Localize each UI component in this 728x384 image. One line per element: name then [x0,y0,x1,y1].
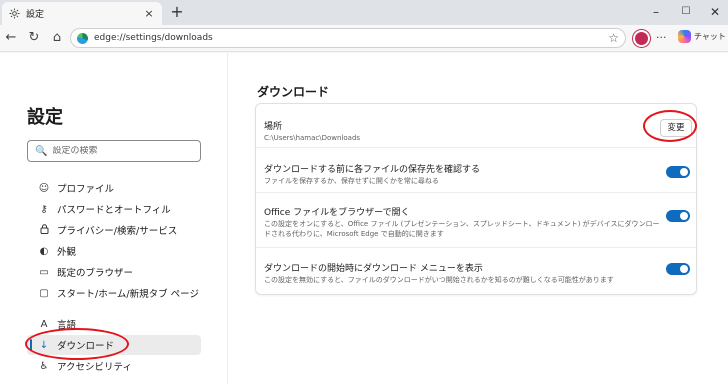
lock-icon [37,223,51,237]
sidebar-item-label: 外観 [57,247,77,258]
sidebar-item-label: ダウンロード [57,341,115,352]
key-icon: ⚷ [40,203,48,215]
change-location-button[interactable]: 変更 [660,119,692,137]
sidebar-item-accessibility[interactable]: ♿ アクセシビリティ [27,356,201,376]
gear-icon [8,8,20,20]
url-text[interactable]: edge://settings/downloads [94,33,608,43]
copilot-icon [678,30,691,43]
download-icon: ↓ [39,339,49,351]
more-menu-button[interactable]: ··· [656,31,667,44]
copilot-label: チャット [694,32,726,41]
edge-logo-icon [77,32,88,44]
tab-title: 設定 [26,10,45,20]
sidebar-item-default-browser[interactable]: ▭ 既定のブラウザー [27,262,201,282]
sidebar-item-privacy[interactable]: プライバシー/検索/サービス [27,220,201,240]
search-input[interactable] [52,146,193,156]
toggle-open-office-files[interactable] [666,210,690,222]
browser-icon: ▭ [39,266,49,278]
close-icon[interactable]: × [142,7,156,20]
setting-title: ダウンロードする前に各ファイルの保存先を確認する [264,165,481,175]
profile-avatar[interactable] [633,30,650,47]
search-icon: 🔍 [35,145,48,157]
sidebar-item-profile[interactable]: ☺ プロファイル [27,178,201,198]
profile-icon: ☺ [38,182,50,194]
appearance-icon: ◐ [39,245,49,257]
favorite-star-icon[interactable]: ☆ [608,31,619,45]
sidebar-item-label: 言語 [57,320,77,331]
tab-strip: 設定 × + – ☐ ✕ [0,0,728,25]
sidebar: 設定 🔍 ☺ プロファイル ⚷ パスワードとオートフィル プライバシー/検索/サ… [0,53,228,384]
setting-title: Office ファイルをブラウザーで開く [264,208,410,218]
sidebar-item-start-home-newtab[interactable]: ▢ スタート/ホーム/新規タブ ページ [27,283,201,303]
setting-description: ファイルを保存するか、保存せずに開くかを常に尋ねる [264,177,439,185]
setting-title: ダウンロードの開始時にダウンロード メニューを表示 [264,264,483,274]
setting-row-show-downloads-menu: ダウンロードの開始時にダウンロード メニューを表示 この設定を無効にすると、ファ… [256,248,696,294]
address-bar[interactable]: edge://settings/downloads ☆ [70,28,626,48]
toolbar: ← ↻ ⌂ edge://settings/downloads ☆ ··· チャ… [0,25,728,52]
toggle-ask-where-to-save[interactable] [666,166,690,178]
setting-row-open-office-files: Office ファイルをブラウザーで開く この設定をオンにすると、Office … [256,193,696,247]
language-icon: A [40,318,48,330]
location-path: C:\Users\hamac\Downloads [264,134,361,142]
setting-description: この設定をオンにすると、Office ファイル (プレゼンテーション、スプレッド… [264,220,660,238]
sidebar-item-label: 既定のブラウザー [57,268,134,279]
sidebar-item-label: アクセシビリティ [57,362,132,373]
copilot-chat-button[interactable]: チャット [678,30,726,43]
sidebar-item-label: プライバシー/検索/サービス [57,226,178,237]
new-tab-button[interactable]: + [168,3,186,21]
maximize-button[interactable]: ☐ [671,3,701,21]
toggle-show-downloads-menu[interactable] [666,263,690,275]
location-row: 場所 C:\Users\hamac\Downloads 変更 [256,104,696,147]
sidebar-item-passwords[interactable]: ⚷ パスワードとオートフィル [27,199,201,219]
minimize-button[interactable]: – [641,3,671,21]
sidebar-item-label: パスワードとオートフィル [57,205,171,216]
window-close-button[interactable]: ✕ [700,3,728,21]
sidebar-item-label: プロファイル [57,184,115,195]
sidebar-item-languages[interactable]: A 言語 [27,314,201,334]
home-page-icon: ▢ [39,287,49,299]
downloads-settings-card: 場所 C:\Users\hamac\Downloads 変更 ダウンロードする前… [255,103,697,295]
setting-row-ask-where-to-save: ダウンロードする前に各ファイルの保存先を確認する ファイルを保存するか、保存せず… [256,148,696,192]
setting-description: この設定を無効にすると、ファイルのダウンロードがいつ開始されるかを知るのが難しく… [264,276,614,284]
sidebar-item-label: スタート/ホーム/新規タブ ページ [57,289,199,300]
search-box[interactable]: 🔍 [27,140,201,162]
settings-page: 設定 🔍 ☺ プロファイル ⚷ パスワードとオートフィル プライバシー/検索/サ… [0,53,728,384]
back-button[interactable]: ← [3,30,19,46]
sidebar-item-appearance[interactable]: ◐ 外観 [27,241,201,261]
sidebar-item-downloads[interactable]: ↓ ダウンロード [27,335,201,355]
refresh-button[interactable]: ↻ [26,30,42,46]
location-label: 場所 [264,122,283,132]
home-button[interactable]: ⌂ [49,30,65,46]
accessibility-icon: ♿ [39,360,49,372]
page-title: 設定 [27,107,63,128]
tab-settings[interactable]: 設定 × [2,2,162,25]
section-title: ダウンロード [257,85,330,99]
